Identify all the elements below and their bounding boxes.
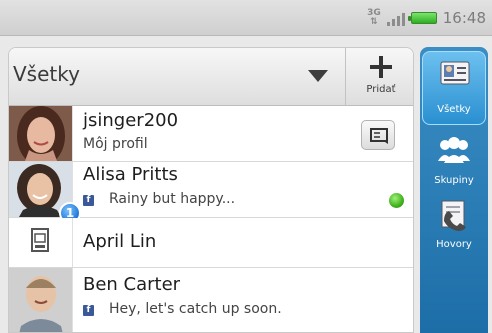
plus-icon <box>370 56 392 78</box>
facebook-icon: f <box>83 195 94 206</box>
filter-selected-label: Všetky <box>13 62 80 86</box>
tab-call-log-label: Hovory <box>436 239 472 250</box>
tab-call-log[interactable]: Hovory <box>420 199 488 269</box>
status-clock: 16:48 <box>442 9 486 27</box>
add-contact-label: Pridať <box>366 84 396 95</box>
contacts-tab-bar: Všetky Skupiny Hovory <box>420 47 488 333</box>
tab-groups[interactable]: Skupiny <box>420 131 488 201</box>
avatar <box>9 268 73 332</box>
contact-name: Ben Carter <box>83 274 181 295</box>
contact-row-april-lin[interactable]: April Lin <box>9 218 413 268</box>
facebook-icon: f <box>83 305 94 316</box>
network-type-indicator: 3G ⇅ <box>367 9 381 27</box>
contact-status: Hey, let's catch up soon. <box>109 301 282 317</box>
status-bar: 3G ⇅ 16:48 <box>0 0 492 36</box>
call-log-icon <box>441 200 466 231</box>
filter-dropdown[interactable]: Všetky <box>9 48 345 106</box>
contact-row-ben-carter[interactable]: Ben Carter f Hey, let's catch up soon. <box>9 268 413 332</box>
contact-row-my-profile[interactable]: jsinger200 Môj profil <box>9 106 413 162</box>
data-arrows-icon: ⇅ <box>370 17 378 27</box>
battery-icon <box>407 12 437 24</box>
sim-card-icon <box>31 228 49 252</box>
filter-bar: Všetky Pridať <box>9 48 413 106</box>
contacts-panel: Všetky Pridať jsinger200 Môj profil 1 Al… <box>8 47 414 333</box>
contact-name: jsinger200 <box>83 110 179 131</box>
contact-name: April Lin <box>83 231 157 252</box>
contact-subtitle: Môj profil <box>83 136 148 152</box>
signal-strength-icon <box>386 10 405 26</box>
tab-all-label: Všetky <box>437 104 471 115</box>
avatar <box>9 218 73 267</box>
groups-icon <box>438 137 470 163</box>
chevron-down-icon <box>308 70 328 82</box>
avatar <box>9 106 73 161</box>
avatar-photo-icon <box>9 268 72 332</box>
status-indicators: 3G ⇅ 16:48 <box>367 0 486 36</box>
contact-card-button[interactable] <box>361 120 395 150</box>
tab-all[interactable]: Všetky <box>422 51 486 125</box>
online-status-icon <box>389 193 404 208</box>
avatar-photo-icon <box>9 106 72 161</box>
contact-name: Alisa Pritts <box>83 164 178 185</box>
contacts-icon <box>440 61 470 85</box>
tab-groups-label: Skupiny <box>434 175 474 186</box>
contact-row-alisa-pritts[interactable]: 1 Alisa Pritts f Rainy but happy... <box>9 162 413 224</box>
contact-card-icon <box>370 128 388 144</box>
contact-status: Rainy but happy... <box>109 191 236 207</box>
add-contact-button[interactable]: Pridať <box>345 48 413 106</box>
